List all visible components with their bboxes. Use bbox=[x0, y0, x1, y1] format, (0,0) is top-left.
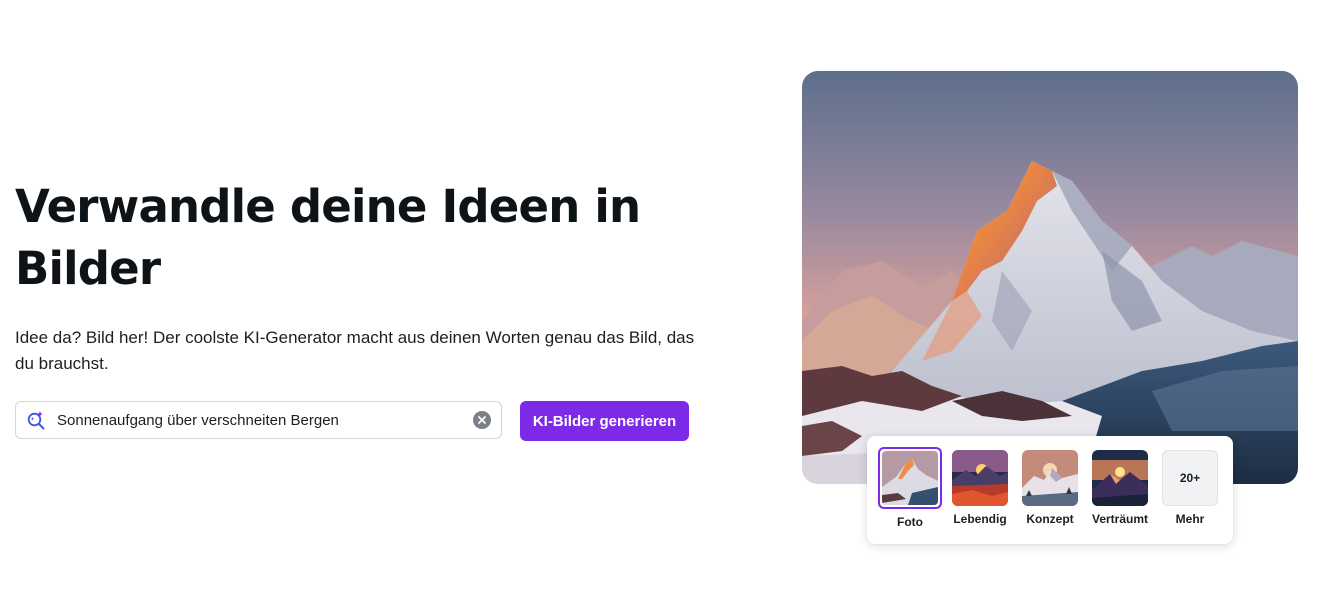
prompt-input[interactable] bbox=[55, 404, 473, 436]
style-label-konzept: Konzept bbox=[1026, 512, 1074, 526]
style-thumb-konzept bbox=[1022, 450, 1078, 506]
page: Verwandle deine Ideen in Bilder Idee da?… bbox=[0, 0, 1331, 609]
style-label-foto: Foto bbox=[897, 515, 923, 529]
page-title: Verwandle deine Ideen in Bilder bbox=[15, 180, 641, 295]
more-styles-badge: 20+ bbox=[1162, 450, 1218, 506]
style-option-vertraeumt[interactable]: Verträumt bbox=[1085, 450, 1155, 526]
style-thumb-lebendig bbox=[952, 450, 1008, 506]
generate-ai-images-button[interactable]: KI-Bilder generieren bbox=[520, 401, 689, 441]
style-thumb-foto bbox=[878, 447, 942, 509]
prompt-search-box[interactable] bbox=[15, 401, 502, 439]
style-selector-panel: Foto Lebendig Konzept Verträumt 20+ Mehr bbox=[867, 436, 1233, 544]
style-option-konzept[interactable]: Konzept bbox=[1015, 450, 1085, 526]
style-option-foto[interactable]: Foto bbox=[875, 447, 945, 529]
style-label-mehr: Mehr bbox=[1175, 512, 1205, 526]
page-subtitle: Idee da? Bild her! Der coolste KI-Genera… bbox=[15, 328, 695, 373]
style-option-lebendig[interactable]: Lebendig bbox=[945, 450, 1015, 526]
snowy-mountain-sunrise-image bbox=[802, 71, 1298, 484]
style-label-vertraeumt: Verträumt bbox=[1091, 512, 1149, 526]
style-thumb-vertraeumt bbox=[1092, 450, 1148, 506]
ai-search-icon bbox=[25, 409, 47, 431]
clear-icon[interactable] bbox=[473, 411, 491, 429]
style-label-lebendig: Lebendig bbox=[953, 512, 1007, 526]
style-option-mehr[interactable]: 20+ Mehr bbox=[1155, 450, 1225, 526]
